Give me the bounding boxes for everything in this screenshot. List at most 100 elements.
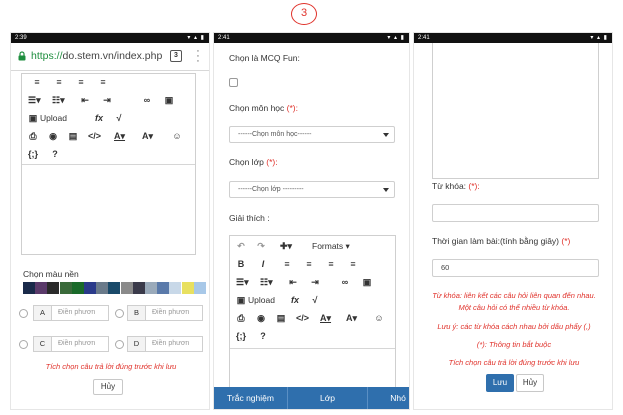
- keyword-label: Từ khóa: (*):: [432, 181, 480, 191]
- bullet-list-icon[interactable]: ☰▾: [236, 276, 249, 288]
- subject-select[interactable]: ------Chọn môn học------: [229, 126, 395, 143]
- italic-icon[interactable]: I: [258, 258, 268, 270]
- align-center-icon[interactable]: ≡: [54, 76, 64, 88]
- color-swatch[interactable]: [157, 282, 170, 294]
- option-b-input[interactable]: Điền phươn: [146, 306, 202, 320]
- upload-button[interactable]: Upload: [40, 112, 67, 124]
- option-c-radio[interactable]: [19, 340, 28, 349]
- redo-icon[interactable]: ↷: [256, 240, 266, 252]
- upload-image-icon[interactable]: ▣: [236, 294, 246, 306]
- indent-icon[interactable]: ⇥: [102, 94, 112, 106]
- nav-trac-nghiem[interactable]: Trắc nghiệm: [214, 387, 288, 409]
- color-swatch[interactable]: [193, 282, 206, 294]
- option-a-input[interactable]: Điền phươn: [52, 306, 108, 320]
- link-icon[interactable]: ∞: [142, 94, 152, 106]
- mcq-fun-checkbox[interactable]: [229, 78, 238, 87]
- indent-icon[interactable]: ⇥: [310, 276, 320, 288]
- more-options-icon[interactable]: · · ·: [195, 46, 201, 67]
- preview-icon[interactable]: ◉: [256, 312, 266, 324]
- option-a-radio[interactable]: [19, 309, 28, 318]
- upload-button[interactable]: Upload: [248, 294, 275, 306]
- option-a-letter: A: [34, 306, 52, 320]
- editor-content-area[interactable]: [432, 43, 599, 179]
- outdent-icon[interactable]: ⇤: [288, 276, 298, 288]
- image-icon[interactable]: ▣: [164, 94, 174, 106]
- link-icon[interactable]: ∞: [340, 276, 350, 288]
- nav-nhom[interactable]: Nhó: [368, 387, 409, 409]
- square-root-icon[interactable]: √: [114, 112, 124, 124]
- correct-answer-note: Tích chọn câu trả lời đúng trước khi lưu: [448, 358, 580, 367]
- media-icon[interactable]: ▤: [68, 130, 78, 142]
- url-text[interactable]: https://do.stem.vn/index.php: [31, 50, 162, 62]
- color-swatch[interactable]: [145, 282, 157, 294]
- option-d-group: D Điền phươn: [127, 336, 203, 352]
- numbered-list-icon[interactable]: ☷▾: [260, 276, 273, 288]
- background-color-icon[interactable]: A▾: [346, 312, 357, 324]
- numbered-list-icon[interactable]: ☷▾: [52, 94, 65, 106]
- print-icon[interactable]: ⎙: [28, 130, 38, 142]
- align-right-icon[interactable]: ≡: [326, 258, 336, 270]
- option-b-radio[interactable]: [115, 309, 124, 318]
- option-d-letter: D: [128, 337, 146, 351]
- align-right-icon[interactable]: ≡: [76, 76, 86, 88]
- media-icon[interactable]: ▤: [276, 312, 286, 324]
- color-swatch[interactable]: [120, 282, 133, 294]
- explanation-label: Giải thích :: [229, 213, 270, 223]
- nav-lop[interactable]: Lớp: [288, 387, 368, 409]
- cancel-button[interactable]: Hủy: [93, 379, 123, 395]
- color-swatch[interactable]: [84, 282, 96, 294]
- formula-icon[interactable]: fx: [94, 112, 104, 124]
- square-root-icon[interactable]: √: [310, 294, 320, 306]
- help-icon[interactable]: ?: [50, 148, 60, 160]
- formats-dropdown[interactable]: Formats ▾: [312, 240, 350, 252]
- editor-content-area[interactable]: [22, 164, 195, 254]
- class-select[interactable]: ------Chọn lớp ---------: [229, 181, 395, 198]
- align-justify-icon[interactable]: ≡: [98, 76, 108, 88]
- save-button[interactable]: Lưu: [486, 374, 514, 392]
- outdent-icon[interactable]: ⇤: [80, 94, 90, 106]
- time-label: Thời gian làm bài:(tính bằng giây) (*): [432, 236, 571, 246]
- color-swatch[interactable]: [96, 282, 109, 294]
- background-color-icon[interactable]: A▾: [142, 130, 153, 142]
- color-swatch[interactable]: [169, 282, 182, 294]
- help-icon[interactable]: ?: [258, 330, 268, 342]
- image-icon[interactable]: ▣: [362, 276, 372, 288]
- color-swatch[interactable]: [71, 282, 84, 294]
- cancel-button[interactable]: Hủy: [516, 374, 544, 392]
- undo-icon[interactable]: ↶: [236, 240, 246, 252]
- source-code-icon[interactable]: </>: [296, 312, 309, 324]
- color-swatch[interactable]: [47, 282, 60, 294]
- upload-image-icon[interactable]: ▣: [28, 112, 38, 124]
- emoticon-icon[interactable]: ☺: [172, 130, 182, 142]
- time-input[interactable]: 60: [432, 259, 599, 277]
- browser-url-bar[interactable]: https://do.stem.vn/index.php 3 · · ·: [11, 43, 209, 71]
- class-label: Chọn lớp (*):: [229, 157, 278, 167]
- bullet-list-icon[interactable]: ☰▾: [28, 94, 41, 106]
- color-swatch[interactable]: [132, 282, 145, 294]
- text-color-icon[interactable]: A▾: [114, 130, 125, 142]
- template-icon[interactable]: {;}: [28, 148, 38, 160]
- align-justify-icon[interactable]: ≡: [348, 258, 358, 270]
- color-swatch[interactable]: [59, 282, 72, 294]
- text-color-icon[interactable]: A▾: [320, 312, 331, 324]
- color-swatch[interactable]: [23, 282, 35, 294]
- keyword-input[interactable]: [432, 204, 599, 222]
- formula-icon[interactable]: fx: [290, 294, 300, 306]
- color-swatch[interactable]: [35, 282, 48, 294]
- insert-icon[interactable]: ✚▾: [280, 240, 292, 252]
- source-code-icon[interactable]: </>: [88, 130, 101, 142]
- template-icon[interactable]: {;}: [236, 330, 246, 342]
- tab-count-button[interactable]: 3: [170, 50, 182, 62]
- align-left-icon[interactable]: ≡: [32, 76, 42, 88]
- option-d-input[interactable]: Điền phươn: [146, 337, 202, 351]
- bold-icon[interactable]: B: [236, 258, 246, 270]
- color-swatch[interactable]: [108, 282, 121, 294]
- emoticon-icon[interactable]: ☺: [374, 312, 384, 324]
- color-swatch[interactable]: [181, 282, 194, 294]
- align-left-icon[interactable]: ≡: [282, 258, 292, 270]
- option-d-radio[interactable]: [115, 340, 124, 349]
- align-center-icon[interactable]: ≡: [304, 258, 314, 270]
- print-icon[interactable]: ⎙: [236, 312, 246, 324]
- option-c-input[interactable]: Điền phươn: [52, 337, 108, 351]
- preview-icon[interactable]: ◉: [48, 130, 58, 142]
